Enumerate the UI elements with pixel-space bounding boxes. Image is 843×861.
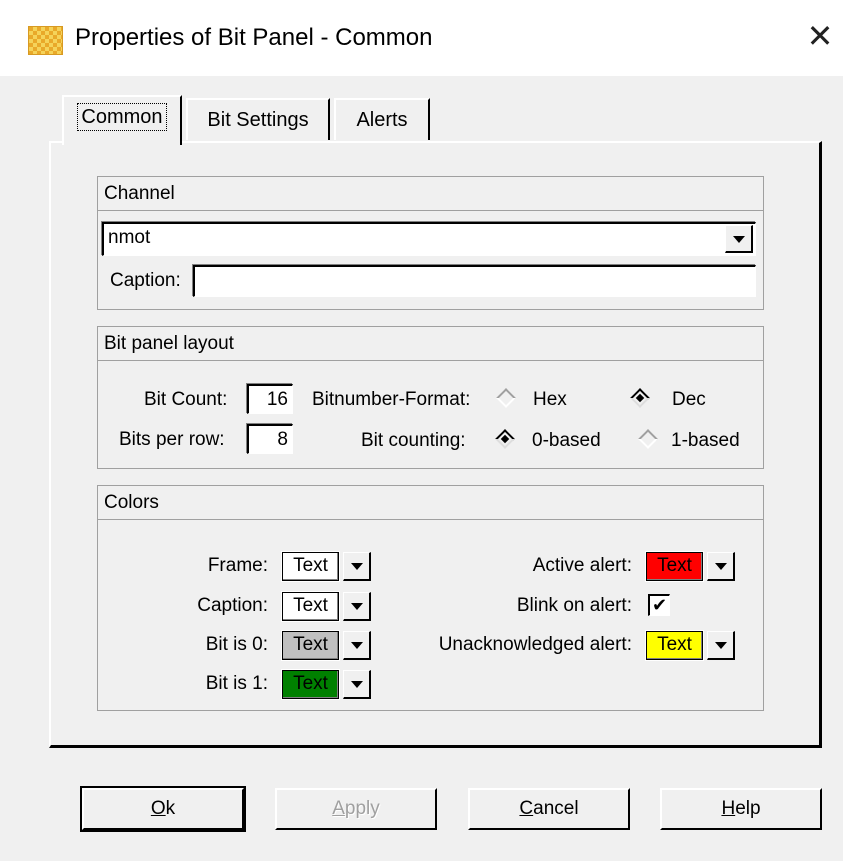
caption-label: Caption: [110, 270, 181, 291]
tab-common-label: Common [77, 103, 167, 131]
tab-bit-settings[interactable]: Bit Settings [186, 98, 330, 140]
unacknowledged-alert-color-swatch[interactable]: Text [645, 630, 704, 661]
tab-common[interactable]: Common [62, 95, 182, 145]
hex-radio-label: Hex [533, 389, 567, 410]
title-bar: Properties of Bit Panel - Common ✕ [0, 0, 843, 76]
close-icon[interactable]: ✕ [800, 16, 840, 56]
active-alert-color-swatch[interactable]: Text [645, 551, 704, 582]
frame-color-label: Frame: [207, 555, 268, 576]
unacknowledged-alert-label: Unacknowledged alert: [438, 634, 632, 655]
dec-radio-label: Dec [672, 389, 706, 410]
tab-alerts-label: Alerts [356, 109, 408, 131]
active-alert-label: Active alert: [532, 555, 632, 576]
bit1-color-swatch[interactable]: Text [281, 669, 340, 700]
frame-color-dropdown[interactable] [343, 552, 371, 581]
help-button[interactable]: Help [660, 788, 822, 830]
cancel-button-label: Cancel [519, 798, 579, 819]
tab-bit-settings-label: Bit Settings [207, 109, 309, 131]
bits-per-row-label: Bits per row: [119, 429, 225, 450]
one-based-radio-label: 1-based [671, 430, 740, 451]
layout-group-header: Bit panel layout [98, 327, 763, 361]
caption-color-dropdown[interactable] [343, 592, 371, 621]
app-icon [28, 26, 63, 55]
caption-color-label: Caption: [197, 595, 268, 616]
help-button-label: Help [721, 798, 761, 819]
bit-counting-label: Bit counting: [361, 430, 466, 451]
tab-alerts[interactable]: Alerts [334, 98, 430, 140]
ok-button-label: Ok [150, 798, 176, 819]
caption-input[interactable] [193, 265, 756, 297]
frame-color-swatch[interactable]: Text [281, 551, 340, 582]
bit0-color-dropdown[interactable] [343, 631, 371, 660]
bitnumber-format-label: Bitnumber-Format: [312, 389, 471, 410]
channel-combobox[interactable]: nmot [102, 222, 756, 256]
channel-group-header: Channel [98, 177, 763, 211]
colors-group-header: Colors [98, 486, 763, 520]
active-alert-color-dropdown[interactable] [707, 552, 735, 581]
zero-based-radio-label: 0-based [532, 430, 601, 451]
unacknowledged-alert-color-dropdown[interactable] [707, 631, 735, 660]
cancel-button[interactable]: Cancel [468, 788, 630, 830]
caption-color-swatch[interactable]: Text [281, 591, 340, 622]
channel-combobox-value: nmot [108, 227, 151, 248]
bit0-color-swatch[interactable]: Text [281, 630, 340, 661]
bit1-color-label: Bit is 1: [205, 673, 268, 694]
apply-button-label: Apply [332, 798, 380, 819]
bit-count-input[interactable]: 16 [247, 384, 293, 414]
blink-on-alert-checkbox[interactable]: ✔ [648, 594, 670, 616]
blink-on-alert-label: Blink on alert: [516, 595, 632, 616]
checkmark-icon: ✔ [651, 595, 668, 615]
bit0-color-label: Bit is 0: [205, 634, 268, 655]
bits-per-row-input[interactable]: 8 [247, 424, 293, 454]
window-title: Properties of Bit Panel - Common [75, 24, 433, 51]
apply-button[interactable]: Apply [275, 788, 437, 830]
chevron-down-icon[interactable] [725, 225, 753, 253]
bit-count-label: Bit Count: [144, 389, 228, 410]
bit1-color-dropdown[interactable] [343, 670, 371, 699]
ok-button[interactable]: Ok [80, 786, 246, 832]
